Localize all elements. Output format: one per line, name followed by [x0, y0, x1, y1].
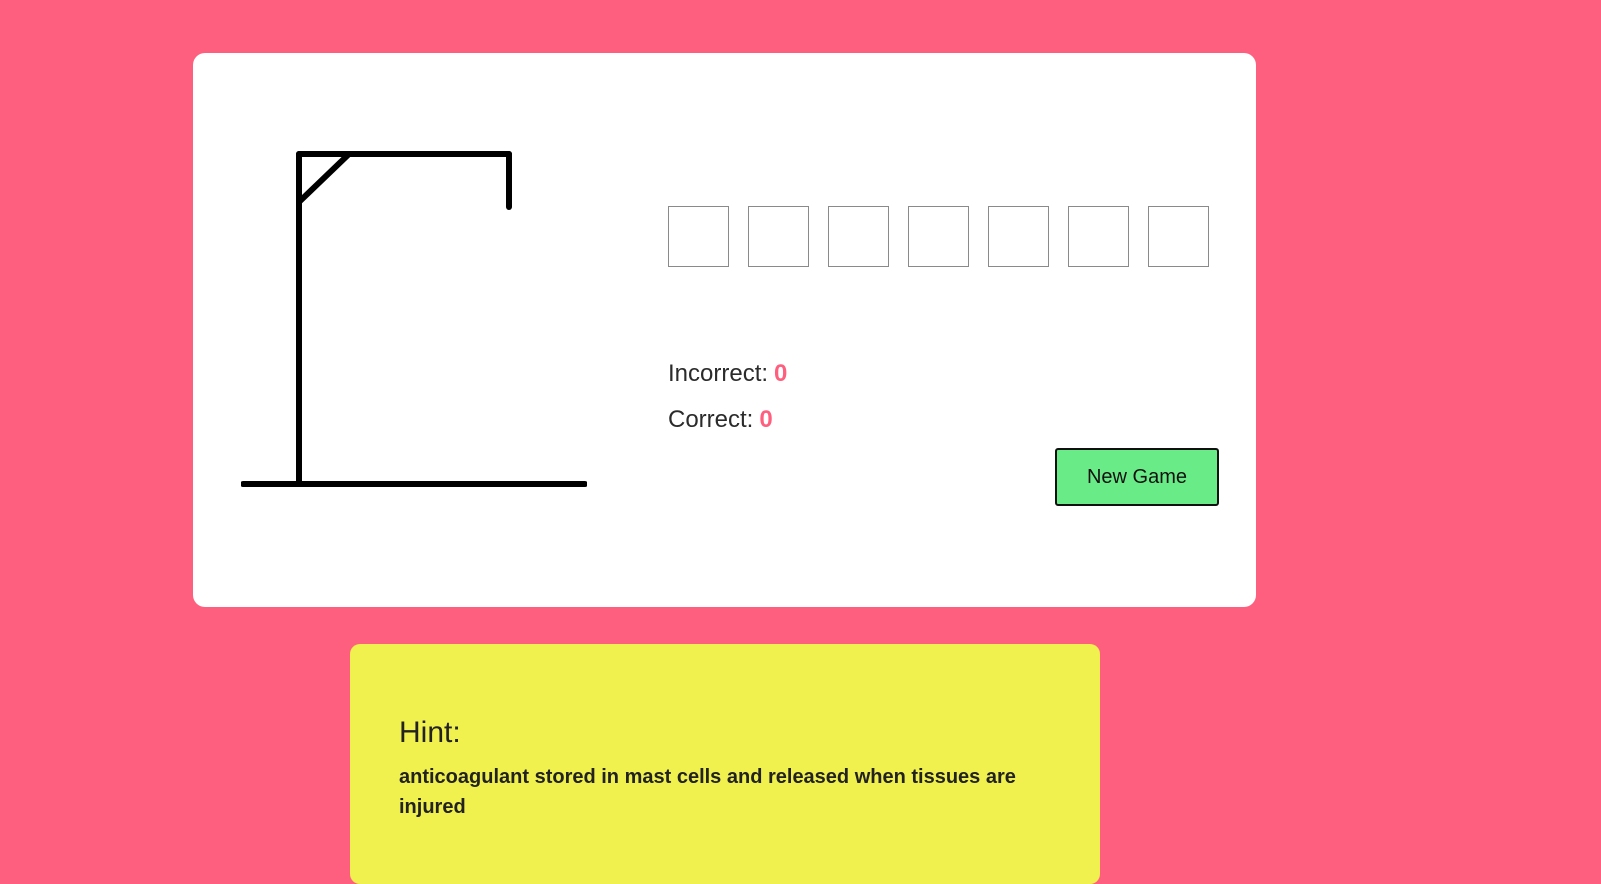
correct-count: 0 [759, 406, 773, 433]
hint-card: Hint: anticoagulant stored in mast cells… [350, 644, 1100, 884]
letter-slot [908, 206, 969, 267]
letter-slot [1148, 206, 1209, 267]
correct-label: Correct: [668, 406, 754, 433]
letter-slot [988, 206, 1049, 267]
game-card: Incorrect: 0 Correct: 0 New Game [193, 53, 1256, 607]
correct-stat: Correct: 0 [668, 406, 773, 434]
new-game-button[interactable]: New Game [1055, 448, 1219, 506]
word-slots [668, 206, 1209, 267]
gallows-brace [296, 151, 352, 205]
incorrect-label: Incorrect: [668, 360, 769, 387]
gallows-drawing [241, 151, 587, 487]
letter-slot [668, 206, 729, 267]
incorrect-count: 0 [774, 360, 788, 387]
incorrect-stat: Incorrect: 0 [668, 360, 787, 388]
hint-title: Hint: [399, 716, 461, 749]
hint-text: anticoagulant stored in mast cells and r… [399, 766, 1016, 818]
letter-slot [1068, 206, 1129, 267]
letter-slot [748, 206, 809, 267]
letter-slot [828, 206, 889, 267]
